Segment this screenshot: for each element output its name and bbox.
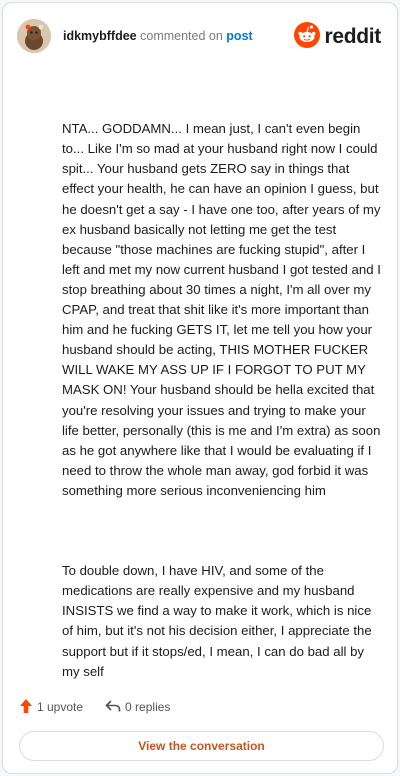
replies-button[interactable]: 0 replies [105,699,170,716]
upvote-arrow-icon [19,698,33,717]
view-conversation-button[interactable]: View the conversation [19,731,384,761]
comment-header: idkmybffdee commented on post reddit [17,19,383,55]
comment-body: NTA... GODDAMN... I mean just, I can't e… [62,79,384,742]
upvote-count: 1 upvote [37,700,84,714]
post-link[interactable]: post [226,29,252,43]
comment-actions: 1 upvote 0 replies [19,697,192,717]
comment-embed-card: idkmybffdee commented on post reddit NTA… [2,2,398,774]
comment-meta: idkmybffdee commented on post [63,29,253,43]
avatar[interactable] [17,19,51,53]
reddit-wordmark: reddit [324,25,381,48]
reddit-brand[interactable]: reddit [294,21,381,53]
comment-verb: commented on [140,29,223,43]
comment-paragraph: NTA... GODDAMN... I mean just, I can't e… [62,121,385,498]
reply-count: 0 replies [125,700,171,714]
reply-icon [105,699,121,716]
comment-paragraph: To double down, I have HIV, and some of … [62,563,376,679]
upvote-button[interactable]: 1 upvote [19,698,83,717]
reddit-logo-icon [294,21,321,53]
username[interactable]: idkmybffdee [63,29,137,43]
